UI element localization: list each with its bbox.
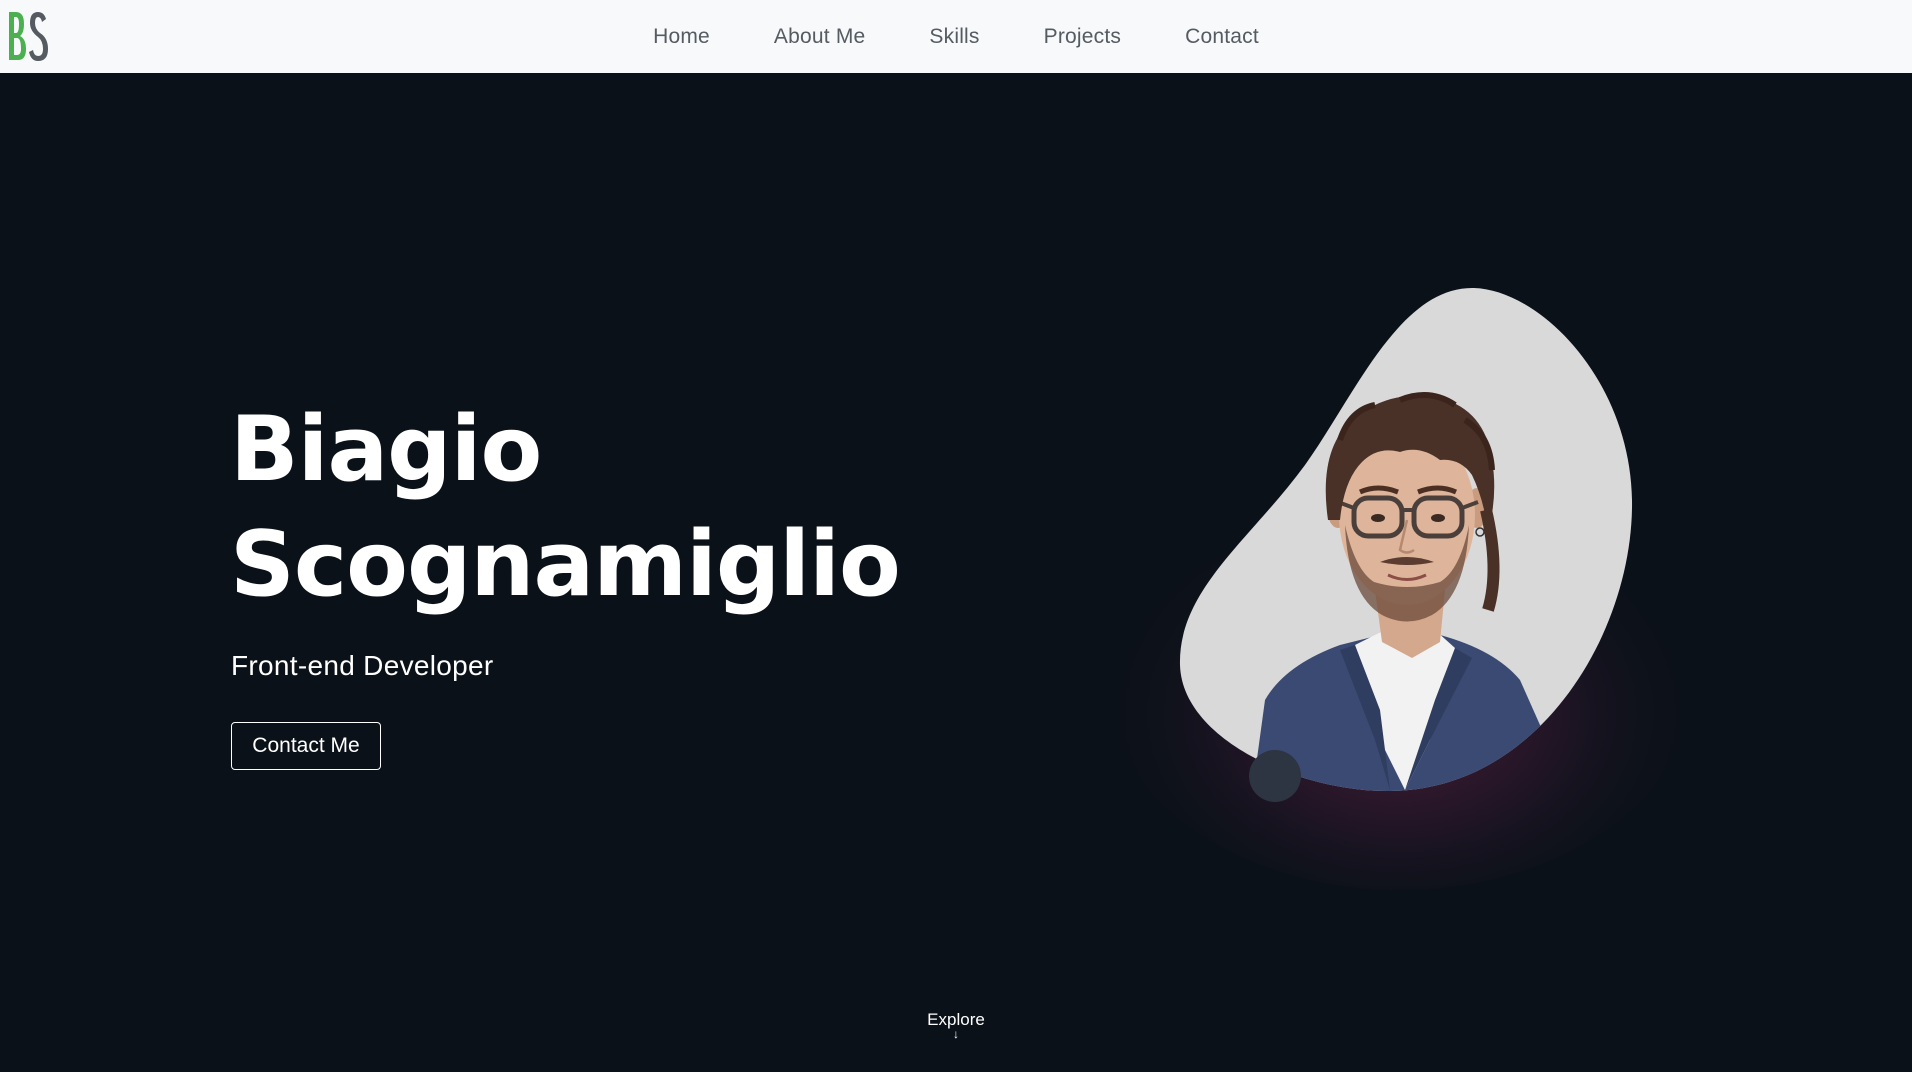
nav-item-skills[interactable]: Skills: [897, 25, 1011, 49]
arrow-down-icon: ↓: [953, 1027, 959, 1041]
nav-item-contact[interactable]: Contact: [1153, 25, 1291, 49]
hero-role: Front-end Developer: [231, 650, 494, 681]
page: BS Home About Me Skills Projects Contact…: [0, 0, 1912, 1072]
navbar: BS Home About Me Skills Projects Contact: [0, 0, 1912, 73]
decor-dot: [1249, 750, 1301, 802]
hero-name: Biagio Scognamiglio: [230, 392, 901, 622]
nav-menu: Home About Me Skills Projects Contact: [0, 0, 1912, 73]
portrait: [1100, 270, 1700, 890]
explore-link[interactable]: Explore ↓: [900, 1010, 1012, 1040]
nav-item-about-me[interactable]: About Me: [742, 25, 898, 49]
portrait-blob: [1100, 287, 1700, 890]
hero-first-name: Biagio: [230, 397, 542, 502]
contact-me-button[interactable]: Contact Me: [231, 722, 381, 770]
nav-item-projects[interactable]: Projects: [1012, 25, 1153, 49]
hero-last-name: Scognamiglio: [230, 512, 901, 617]
nav-item-home[interactable]: Home: [621, 25, 742, 49]
